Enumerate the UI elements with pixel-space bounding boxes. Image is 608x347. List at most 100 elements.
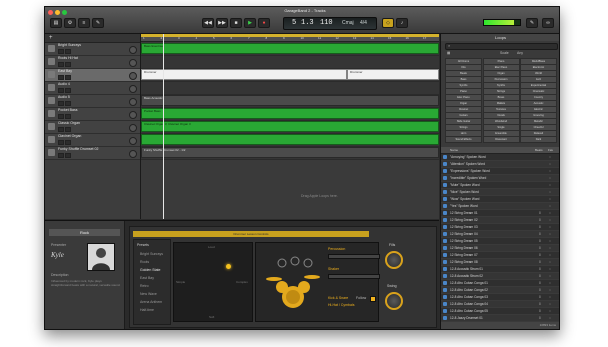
cycle-region[interactable]	[141, 34, 439, 37]
drum-kit-icon[interactable]	[262, 253, 322, 315]
favorite-checkbox[interactable]: □	[549, 238, 551, 244]
loop-list-item[interactable]: 12 String Dream 02 8 □	[441, 217, 559, 223]
track-header[interactable]: Audio 5	[45, 95, 140, 108]
name-column-header[interactable]: Name	[450, 148, 458, 152]
favorite-checkbox[interactable]: □	[549, 161, 551, 167]
track-header[interactable]: Pocket Bass	[45, 108, 140, 121]
track-volume-knob[interactable]	[129, 124, 137, 132]
mute-button[interactable]	[58, 88, 64, 93]
favorite-checkbox[interactable]: □	[549, 245, 551, 251]
loop-list-item[interactable]: 12-8 Afro Cuban Conga 03 8 □	[441, 294, 559, 300]
drummer-avatar[interactable]	[87, 243, 115, 271]
track-lane[interactable]	[141, 82, 439, 95]
loop-list-item[interactable]: "Yes" Spoken Word □	[441, 203, 559, 209]
loop-list-item[interactable]: 12-8 Afro Cuban Conga 05 8 □	[441, 308, 559, 314]
score-button[interactable]: ✎	[92, 18, 104, 28]
loop-browser-icon[interactable]: ∞	[542, 18, 554, 28]
preset-item[interactable]: Arena Anthem	[140, 300, 162, 304]
track-header[interactable]: Classic Organ	[45, 121, 140, 134]
preset-item[interactable]: Roots	[140, 260, 149, 264]
record-button[interactable]: ●	[258, 18, 270, 28]
favorite-checkbox[interactable]: □	[549, 182, 551, 188]
favorite-checkbox[interactable]: □	[549, 252, 551, 258]
track-header[interactable]: Audio 4	[45, 82, 140, 95]
solo-button[interactable]	[65, 153, 71, 158]
solo-button[interactable]	[65, 49, 71, 54]
stop-button[interactable]: ■	[230, 18, 242, 28]
fills-knob[interactable]	[385, 251, 403, 269]
xy-puck[interactable]	[226, 264, 231, 269]
key-menu[interactable]: Any	[517, 51, 523, 55]
mute-button[interactable]	[58, 140, 64, 145]
view-grid-button[interactable]: ▦	[447, 51, 450, 55]
track-region[interactable]	[141, 134, 439, 145]
loop-search-input[interactable]: ⌕	[445, 43, 558, 50]
preset-item[interactable]: Retro	[140, 284, 149, 288]
track-header[interactable]: Funky Shuffle Drumset 02	[45, 147, 140, 160]
add-track-icon[interactable]: +	[49, 34, 53, 42]
genre-selector[interactable]: Rock	[49, 229, 120, 236]
fast-forward-button[interactable]: ▶▶	[216, 18, 228, 28]
favorite-checkbox[interactable]: □	[549, 196, 551, 202]
track-region[interactable]: Drummer	[141, 69, 347, 80]
tuner-button[interactable]: ◇	[382, 18, 394, 28]
track-region[interactable]: Pocket Bass	[141, 108, 439, 119]
keyword-button[interactable]: Sound Effects	[445, 136, 482, 143]
beats-column-header[interactable]: Beats	[535, 148, 543, 152]
loop-list-item[interactable]: 12-8 Jazzy Drumset 01 8 □	[441, 315, 559, 321]
swing-knob[interactable]	[385, 292, 403, 310]
favorite-checkbox[interactable]: □	[549, 154, 551, 160]
zoom-window-button[interactable]	[62, 10, 67, 15]
loop-list-item[interactable]: 12 String Dream 05 8 □	[441, 238, 559, 244]
track-volume-knob[interactable]	[129, 111, 137, 119]
track-header[interactable]: Roots Hi Hat	[45, 56, 140, 69]
playhead[interactable]	[163, 34, 164, 219]
favorite-checkbox[interactable]: □	[549, 315, 551, 321]
smart-controls-button[interactable]: ⚙	[64, 18, 76, 28]
master-volume-meter[interactable]	[483, 19, 521, 26]
favorite-checkbox[interactable]: □	[549, 266, 551, 272]
rewind-button[interactable]: ◀◀	[202, 18, 214, 28]
solo-button[interactable]	[65, 88, 71, 93]
loop-list-item[interactable]: "Mute" Spoken Word □	[441, 182, 559, 188]
track-volume-knob[interactable]	[129, 85, 137, 93]
solo-button[interactable]	[65, 127, 71, 132]
track-region[interactable]: Bass Exercise	[141, 43, 439, 54]
loop-list-item[interactable]: 12 String Dream 08 8 □	[441, 259, 559, 265]
solo-button[interactable]	[65, 75, 71, 80]
loop-list-item[interactable]: 12 String Dream 01 8 □	[441, 210, 559, 216]
track-volume-knob[interactable]	[129, 137, 137, 145]
loop-list-item[interactable]: 12-8 Afro Cuban Conga 04 8 □	[441, 301, 559, 307]
favorite-checkbox[interactable]: □	[549, 203, 551, 209]
loop-list-item[interactable]: 12 String Dream 03 8 □	[441, 224, 559, 230]
lcd-display[interactable]: 5 1.3 110 Cmaj 4/4	[283, 17, 377, 30]
favorite-checkbox[interactable]: □	[549, 217, 551, 223]
play-button[interactable]: ▶	[244, 18, 256, 28]
loop-list-item[interactable]: 12 String Dream 06 8 □	[441, 245, 559, 251]
loop-list-item[interactable]: 12-8 Afro Cuban Conga 01 8 □	[441, 280, 559, 286]
editors-button[interactable]: ≡	[78, 18, 90, 28]
loop-list-item[interactable]: "Incredible" Spoken Word □	[441, 175, 559, 181]
solo-button[interactable]	[65, 101, 71, 106]
mute-button[interactable]	[58, 101, 64, 106]
loop-list-item[interactable]: "Wow" Spoken Word □	[441, 196, 559, 202]
favorite-checkbox[interactable]: □	[549, 224, 551, 230]
minimize-window-button[interactable]	[55, 10, 60, 15]
loop-list-item[interactable]: 12-8 Afro Cuban Conga 02 8 □	[441, 287, 559, 293]
follow-checkbox[interactable]	[370, 296, 376, 302]
loop-list-item[interactable]: "Nice" Spoken Word □	[441, 189, 559, 195]
favorite-checkbox[interactable]: □	[549, 308, 551, 314]
track-header[interactable]: Bright Sunrays	[45, 43, 140, 56]
track-volume-knob[interactable]	[129, 150, 137, 158]
track-region[interactable]: Clavinet Organ 3; Clavinet Organ 3	[141, 121, 439, 132]
scale-menu[interactable]: Scale	[500, 51, 509, 55]
loop-list-item[interactable]: "Expressions" Spoken Word □	[441, 168, 559, 174]
preset-item[interactable]: East Bay	[140, 276, 154, 280]
timeline-ruler[interactable]: 1 2 3 4 5 6 7 8 9 10 11 12 13 14 15 16 17	[141, 34, 439, 42]
track-volume-knob[interactable]	[129, 59, 137, 67]
mute-button[interactable]	[58, 49, 64, 54]
track-region[interactable]: Drummer	[347, 69, 439, 80]
loop-list-item[interactable]: 12 String Dream 07 8 □	[441, 252, 559, 258]
favorite-checkbox[interactable]: □	[549, 273, 551, 279]
favorite-checkbox[interactable]: □	[549, 231, 551, 237]
